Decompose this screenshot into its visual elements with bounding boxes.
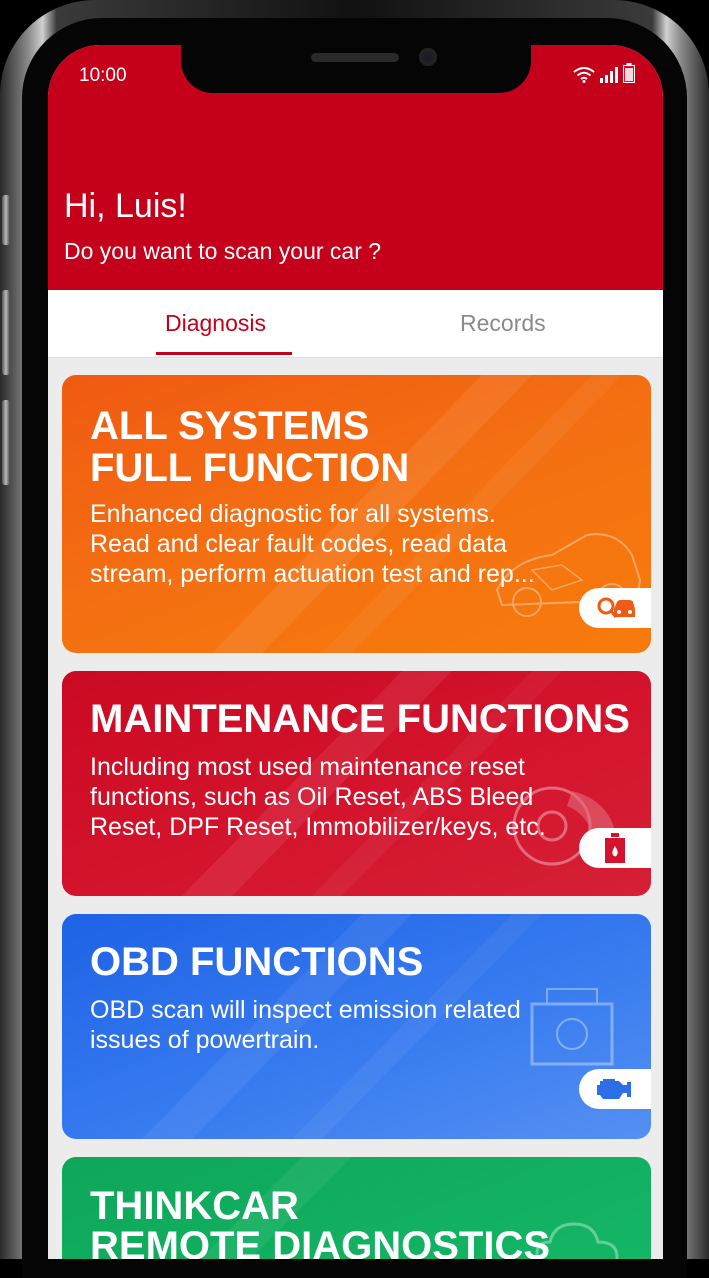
engine-icon <box>597 1079 631 1099</box>
greeting-text: Hi, Luis! <box>64 187 187 225</box>
card-title-line-1: MAINTENANCE FUNCTIONS <box>90 697 630 741</box>
speaker-grille <box>311 53 399 62</box>
card-title-line-2: FULL FUNCTION <box>90 446 410 490</box>
volume-down-button <box>2 400 10 485</box>
card-title-line-1: ALL SYSTEMS <box>90 404 370 448</box>
card-desc-line-3: stream, perform actuation test and rep..… <box>90 560 535 588</box>
card-icon-pill <box>579 828 651 868</box>
card-desc-line-1: OBD scan will inspect emission related <box>90 996 521 1024</box>
tab-bar: Diagnosis Records <box>48 290 663 358</box>
card-maintenance[interactable]: MAINTENANCE FUNCTIONS Including most use… <box>62 671 651 896</box>
card-title-line-1: THINKCAR <box>90 1184 299 1228</box>
phone-notch <box>181 45 531 93</box>
card-title-line-2: REMOTE DIAGNOSTICS <box>90 1224 551 1259</box>
oil-can-icon <box>605 833 625 863</box>
card-desc-line-3: Reset, DPF Reset, Immobilizer/keys, etc. <box>90 813 546 841</box>
active-tab-indicator <box>156 352 292 355</box>
tab-records[interactable]: Records <box>460 310 546 337</box>
card-title-line-1: OBD FUNCTIONS <box>90 940 424 984</box>
scan-question: Do you want to scan your car ? <box>64 238 382 264</box>
card-obd[interactable]: OBD FUNCTIONS OBD scan will inspect emis… <box>62 914 651 1139</box>
card-desc-line-1: Including most used maintenance reset <box>90 753 525 781</box>
card-icon-pill <box>579 588 651 628</box>
car-search-icon <box>597 597 635 618</box>
card-all-systems[interactable]: ALL SYSTEMS FULL FUNCTION Enhanced diagn… <box>62 375 651 653</box>
card-desc-line-2: issues of powertrain. <box>90 1026 320 1054</box>
volume-up-button <box>2 290 10 375</box>
side-button <box>2 195 10 245</box>
tab-diagnosis[interactable]: Diagnosis <box>165 310 266 337</box>
status-icons <box>573 63 635 83</box>
signal-icon <box>600 67 618 83</box>
wifi-icon <box>573 67 595 83</box>
card-desc-line-2: functions, such as Oil Reset, ABS Bleed <box>90 783 534 811</box>
card-desc-line-2: Read and clear fault codes, read data <box>90 530 507 558</box>
front-camera <box>419 48 437 66</box>
app-screen: 10:00 Hi, Luis! Do you want to scan your <box>48 45 663 1259</box>
battery-icon <box>623 63 635 83</box>
status-time: 10:00 <box>79 65 127 86</box>
card-desc-line-1: Enhanced diagnostic for all systems. <box>90 500 496 528</box>
card-remote-diagnostics[interactable]: THINKCAR REMOTE DIAGNOSTICS <box>62 1157 651 1259</box>
card-icon-pill <box>579 1069 651 1109</box>
